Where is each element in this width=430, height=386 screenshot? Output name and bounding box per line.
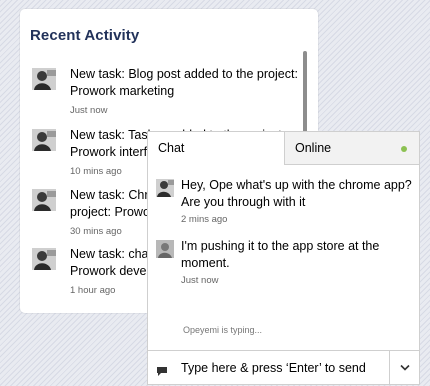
chat-composer — [148, 350, 419, 384]
activity-title: Recent Activity — [30, 27, 140, 44]
message-text: Hey, Ope what's up with the chrome app? … — [181, 178, 412, 209]
tab-chat[interactable]: Chat — [148, 132, 284, 165]
avatar — [32, 189, 56, 211]
activity-text: New task: Blog post added to the project… — [70, 67, 298, 98]
avatar — [32, 129, 56, 151]
tab-online[interactable]: Online — [284, 132, 419, 165]
avatar — [156, 179, 174, 197]
typing-indicator: Opeyemi is typing... — [183, 325, 263, 335]
chat-bubble-icon — [156, 364, 168, 376]
message-text: I'm pushing it to the app store at the m… — [181, 239, 380, 270]
message-time: 2 mins ago — [181, 214, 228, 225]
activity-time: 10 mins ago — [70, 166, 122, 177]
activity-time: 30 mins ago — [70, 226, 122, 237]
chat-message-input[interactable] — [181, 351, 381, 384]
chevron-down-icon — [400, 364, 410, 371]
message-time: Just now — [181, 275, 219, 286]
online-status-dot — [401, 146, 407, 152]
tab-online-label: Online — [295, 141, 332, 155]
avatar — [156, 240, 174, 258]
activity-time: 1 hour ago — [70, 285, 116, 296]
send-options-button[interactable] — [389, 351, 419, 384]
chat-tabs: Chat Online — [148, 132, 419, 165]
avatar — [32, 248, 56, 270]
activity-time: Just now — [70, 105, 108, 116]
avatar — [32, 68, 56, 90]
chat-panel: Chat Online Hey, Ope what's up with the … — [147, 131, 420, 385]
